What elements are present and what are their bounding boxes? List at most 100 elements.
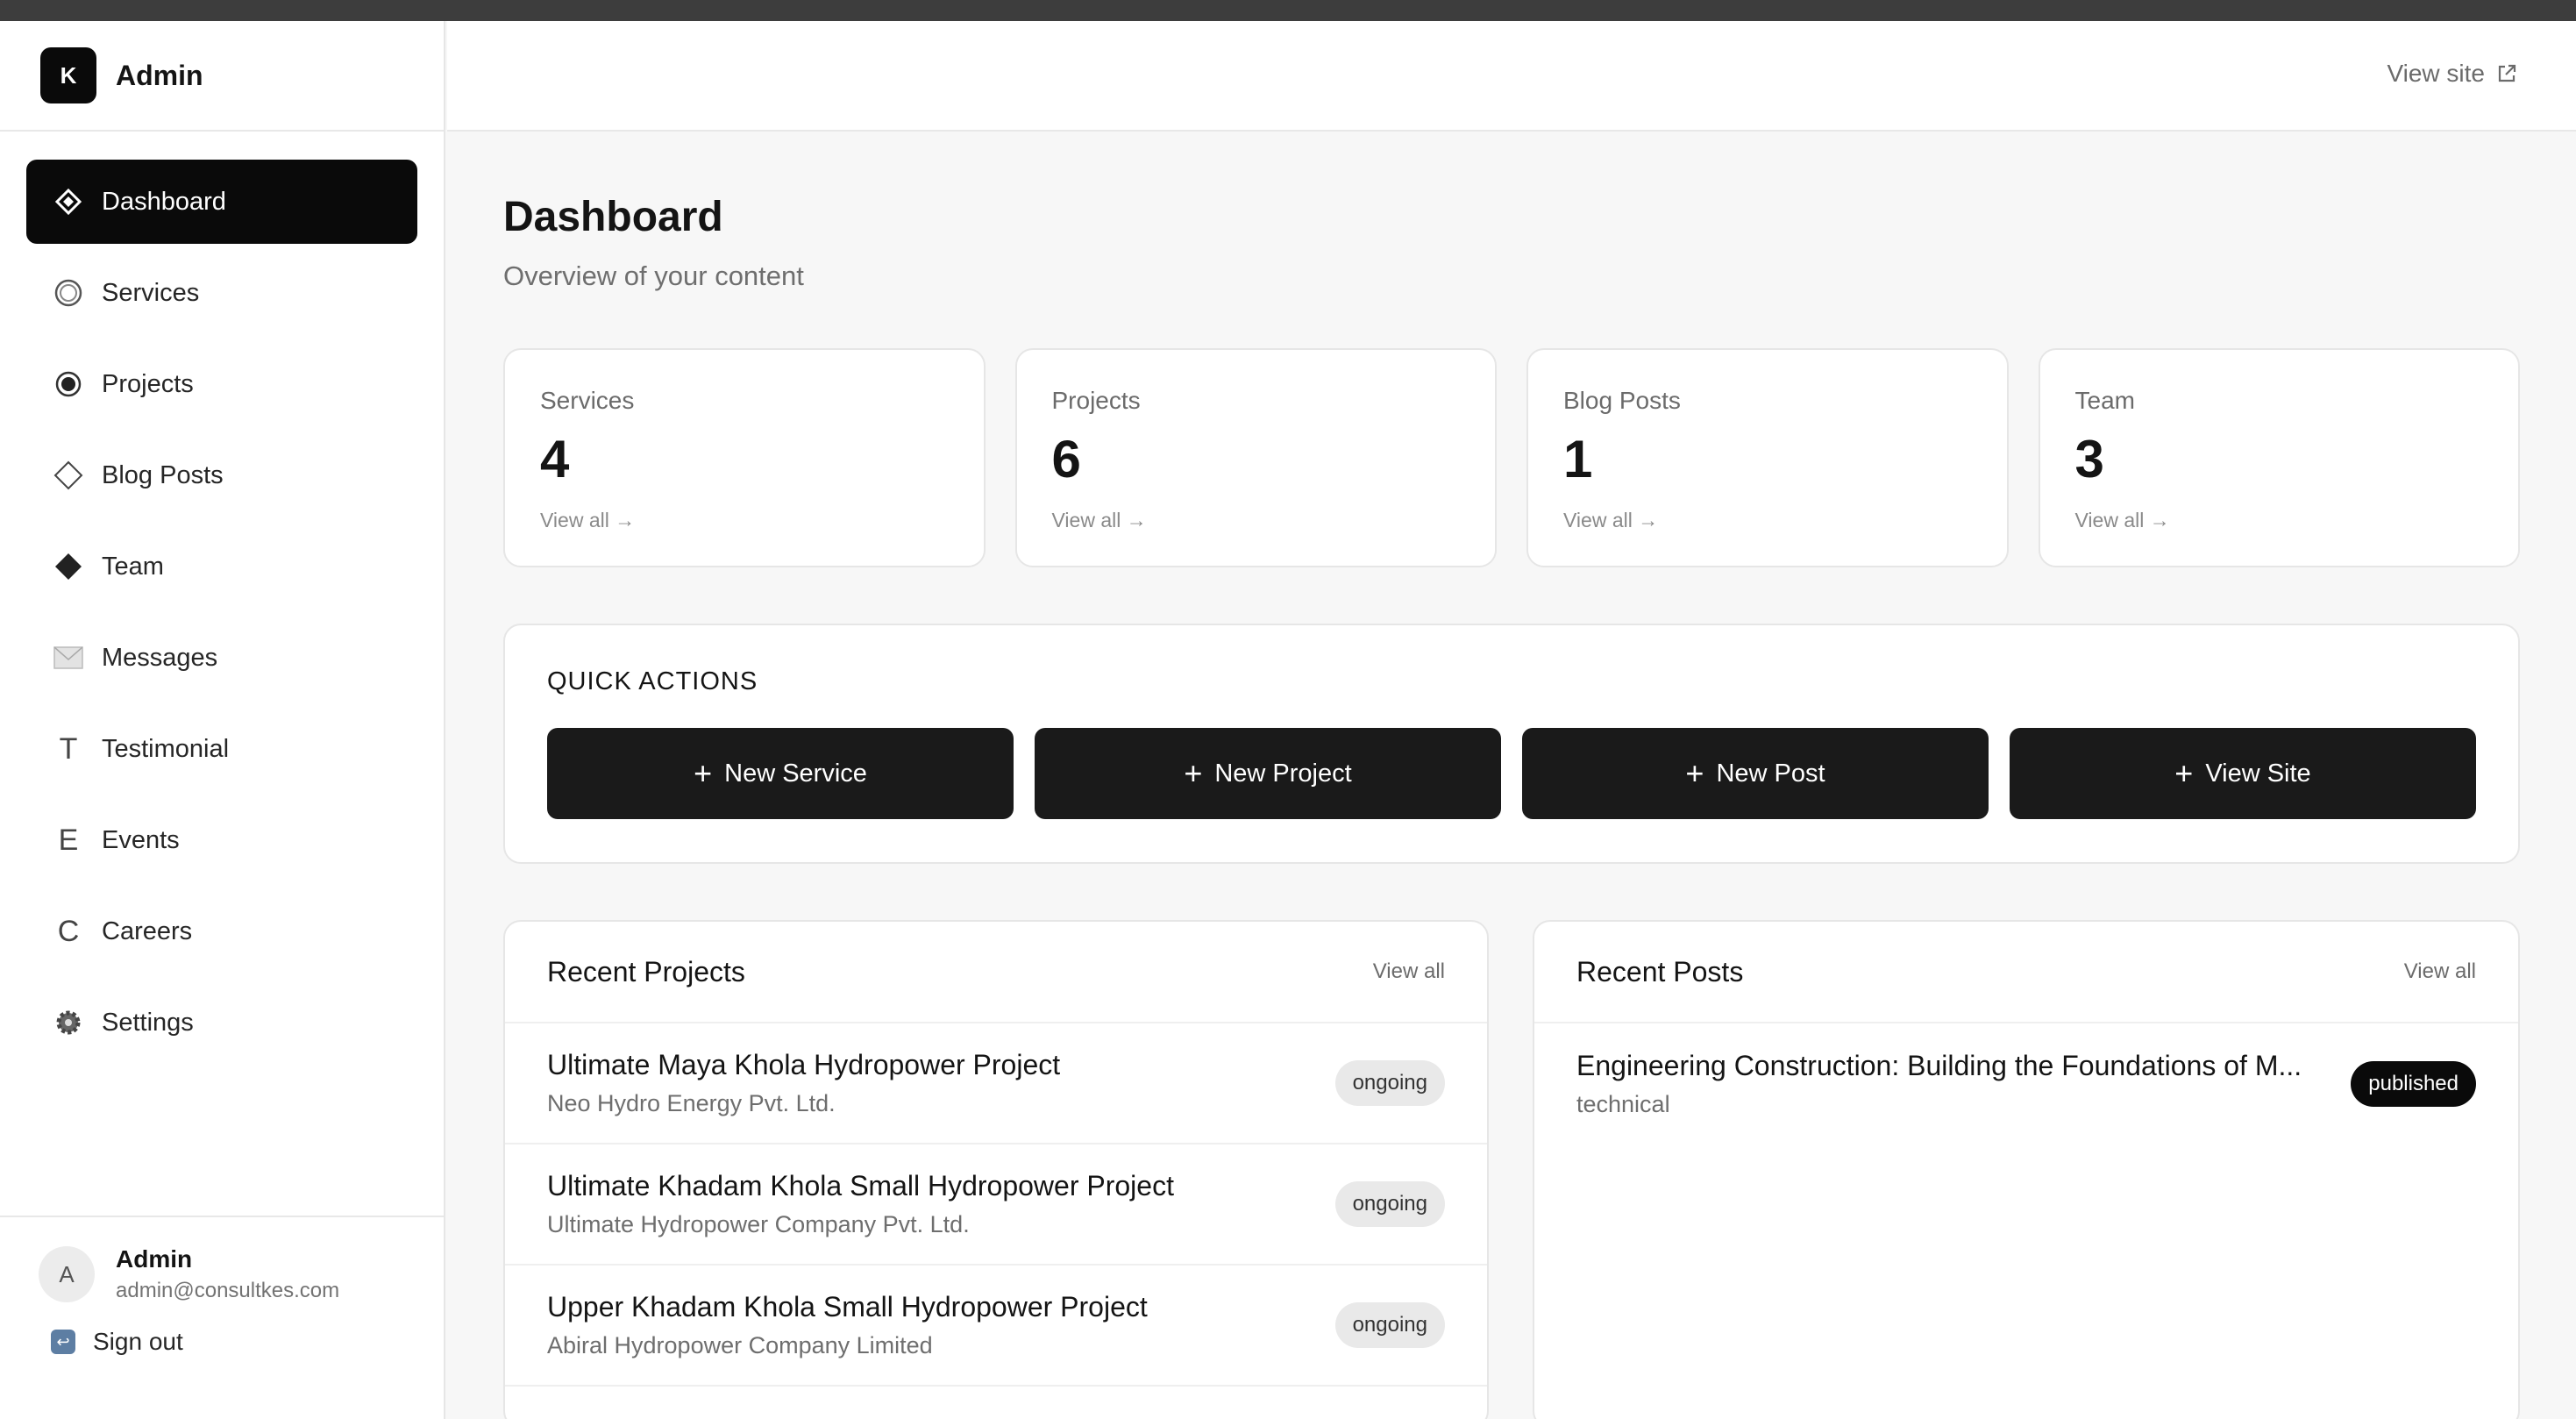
- top-header: View site: [447, 21, 2576, 132]
- list-item[interactable]: Ultimate Maya Khola Hydropower Project N…: [505, 1023, 1487, 1144]
- dashboard-diamond-icon: [53, 186, 84, 217]
- sidebar-item-label: Careers: [102, 916, 193, 945]
- diamond-filled-icon: [53, 551, 84, 582]
- sidebar-item-label: Projects: [102, 369, 194, 398]
- view-site-link[interactable]: View site: [2387, 60, 2518, 88]
- sidebar-item-label: Testimonial: [102, 734, 230, 763]
- sidebar-item-label: Events: [102, 825, 180, 854]
- plus-icon: +: [694, 755, 713, 791]
- sidebar-item-dashboard[interactable]: Dashboard: [26, 160, 417, 244]
- list-item[interactable]: Upper Khadam Khola Small Hydropower Proj…: [505, 1266, 1487, 1387]
- project-title: Ultimate Maya Khola Hydropower Project: [547, 1049, 1061, 1080]
- brand[interactable]: K Admin: [0, 21, 444, 132]
- view-site-label: View site: [2387, 60, 2485, 87]
- button-label: New Post: [1716, 759, 1825, 788]
- user-info: Admin admin@consultkes.com: [116, 1245, 339, 1303]
- panel-title: Recent Projects: [547, 955, 745, 988]
- stat-value: 6: [1051, 430, 1081, 488]
- panel-header: Recent Projects View all: [505, 922, 1487, 1023]
- list-item[interactable]: Ultimate Khadam Khola Small Hydropower P…: [505, 1144, 1487, 1266]
- sidebar-item-careers[interactable]: C Careers: [26, 889, 417, 973]
- user-email: admin@consultkes.com: [116, 1279, 340, 1302]
- stats-grid: Services 4 View all → Projects 6 View al…: [503, 348, 2520, 567]
- sidebar-item-label: Dashboard: [102, 187, 226, 216]
- dot-circle-icon: [53, 368, 84, 400]
- stat-value: 4: [540, 430, 570, 488]
- post-category: technical: [1576, 1091, 1670, 1117]
- recent-posts-panel: Recent Posts View all Engineering Constr…: [1533, 920, 2520, 1419]
- stat-label: Blog Posts: [1563, 387, 1681, 414]
- project-title: Ultimate Khadam Khola Small Hydropower P…: [547, 1170, 1174, 1202]
- main-content: Dashboard Overview of your content Servi…: [503, 132, 2520, 1419]
- sidebar-nav: Dashboard Services Projects Blog Posts T…: [0, 132, 444, 1065]
- stat-value: 1: [1563, 430, 1593, 488]
- panel-title: Recent Posts: [1576, 955, 1744, 988]
- letter-e-icon: E: [58, 823, 79, 857]
- new-project-button[interactable]: + New Project: [1035, 728, 1501, 819]
- quick-actions-title: QUICK ACTIONS: [547, 667, 758, 695]
- diamond-outline-icon: [53, 460, 84, 491]
- stat-card-blog-posts: Blog Posts 1 View all →: [1526, 348, 2009, 567]
- button-label: New Project: [1214, 759, 1352, 788]
- page-subtitle: Overview of your content: [503, 260, 804, 291]
- stat-view-all-link[interactable]: View all →: [2075, 509, 2484, 532]
- sidebar-item-blog-posts[interactable]: Blog Posts: [26, 433, 417, 517]
- sidebar-item-events[interactable]: E Events: [26, 798, 417, 882]
- new-post-button[interactable]: + New Post: [1522, 728, 1989, 819]
- stat-value: 3: [2074, 430, 2104, 488]
- envelope-icon: [53, 642, 84, 674]
- external-link-icon: [2498, 64, 2516, 82]
- page-title: Dashboard: [503, 194, 723, 240]
- project-client: Neo Hydro Energy Pvt. Ltd.: [547, 1090, 836, 1116]
- brand-logo: K: [40, 47, 96, 103]
- user-name: Admin: [116, 1245, 193, 1273]
- view-site-button[interactable]: + View Site: [2010, 728, 2476, 819]
- plus-icon: +: [1184, 755, 1203, 791]
- sign-out-label: Sign out: [93, 1328, 183, 1355]
- view-all-link[interactable]: View all: [1373, 959, 1445, 984]
- sidebar-item-services[interactable]: Services: [26, 251, 417, 335]
- sidebar-item-label: Team: [102, 552, 164, 581]
- stat-card-team: Team 3 View all →: [2038, 348, 2520, 567]
- list-item[interactable]: Engineering Construction: Building the F…: [1534, 1023, 2518, 1144]
- project-client: Abiral Hydropower Company Limited: [547, 1332, 933, 1358]
- sign-out-button[interactable]: ↩ Sign out: [51, 1328, 405, 1356]
- list-item-text: Engineering Construction: Building the F…: [1576, 1050, 2330, 1118]
- sidebar-item-label: Blog Posts: [102, 460, 224, 489]
- list-item-text: Ultimate Khadam Khola Small Hydropower P…: [547, 1170, 1174, 1238]
- sidebar-item-testimonial[interactable]: T Testimonial: [26, 707, 417, 791]
- stat-label: Team: [2074, 387, 2135, 414]
- sidebar-item-projects[interactable]: Projects: [26, 342, 417, 426]
- new-service-button[interactable]: + New Service: [547, 728, 1014, 819]
- stat-view-all-link[interactable]: View all →: [540, 509, 949, 532]
- stat-label: Projects: [1051, 387, 1141, 414]
- stat-card-services: Services 4 View all →: [503, 348, 986, 567]
- sidebar-item-label: Messages: [102, 643, 218, 672]
- status-badge: published: [2351, 1061, 2476, 1107]
- sidebar-item-settings[interactable]: Settings: [26, 980, 417, 1065]
- recent-projects-panel: Recent Projects View all Ultimate Maya K…: [503, 920, 1489, 1419]
- status-badge: ongoing: [1334, 1302, 1445, 1348]
- sidebar: K Admin Dashboard Services Projects Blog…: [0, 21, 445, 1419]
- letter-c-icon: C: [57, 914, 80, 948]
- sidebar-footer: A Admin admin@consultkes.com ↩ Sign out: [0, 1216, 444, 1419]
- list-item-text: Ultimate Maya Khola Hydropower Project N…: [547, 1049, 1060, 1117]
- panel-header: Recent Posts View all: [1534, 922, 2518, 1023]
- sidebar-item-messages[interactable]: Messages: [26, 616, 417, 700]
- plus-icon: +: [1685, 755, 1704, 791]
- user-profile[interactable]: A Admin admin@consultkes.com: [39, 1245, 405, 1303]
- ring-icon: [53, 277, 84, 309]
- post-title: Engineering Construction: Building the F…: [1576, 1050, 2302, 1081]
- list-item-text: Upper Khadam Khola Small Hydropower Proj…: [547, 1291, 1148, 1359]
- brand-name: Admin: [116, 59, 203, 91]
- stat-view-all-link[interactable]: View all →: [1563, 509, 1972, 532]
- recent-panels: Recent Projects View all Ultimate Maya K…: [503, 920, 2520, 1419]
- avatar: A: [39, 1246, 95, 1302]
- sidebar-item-team[interactable]: Team: [26, 524, 417, 609]
- view-all-link[interactable]: View all: [2404, 959, 2476, 984]
- stat-view-all-link[interactable]: View all →: [1052, 509, 1461, 532]
- sidebar-item-label: Services: [102, 278, 200, 307]
- plus-icon: +: [2174, 755, 2194, 791]
- project-client: Ultimate Hydropower Company Pvt. Ltd.: [547, 1211, 970, 1237]
- stat-card-projects: Projects 6 View all →: [1014, 348, 1497, 567]
